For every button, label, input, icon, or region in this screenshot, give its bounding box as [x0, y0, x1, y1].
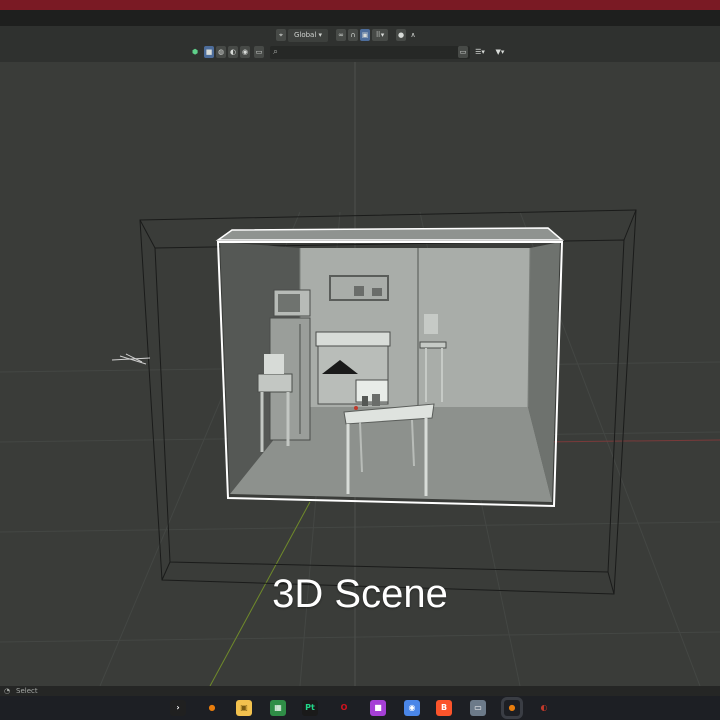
magnet-icon[interactable]: ∩	[348, 29, 358, 41]
viewport-header: ⌖ Global ▾ ∞ ∩ ▣ ⠿▾ ● ∧ ⬢ ■ ◍ ◐ ◉ ▭ ⌕ ▭ …	[0, 26, 720, 62]
brave-icon[interactable]: B	[436, 700, 452, 716]
sphere-icon[interactable]: ◍	[216, 46, 226, 58]
scene-caption: 3D Scene	[272, 572, 448, 616]
sphere-icon[interactable]: ◐	[228, 46, 238, 58]
status-select-label: Select	[16, 687, 38, 695]
sort-icon[interactable]: ☰▾	[472, 46, 488, 58]
orientation-icon[interactable]: ⌖	[276, 29, 286, 41]
blender-icon[interactable]: ●	[204, 700, 220, 716]
pycharm-icon[interactable]: Pt	[302, 700, 318, 716]
status-bar: ◔ Select	[0, 686, 720, 696]
purple-app-icon[interactable]: ■	[370, 700, 386, 716]
blender-icon[interactable]: ●	[504, 700, 520, 716]
camera-icon[interactable]: ◉	[240, 46, 250, 58]
square-icon[interactable]: ■	[204, 46, 214, 58]
chrome-icon[interactable]: ◉	[404, 700, 420, 716]
transform-toolbar: ⌖ Global ▾ ∞ ∩ ▣ ⠿▾ ● ∧	[0, 28, 720, 44]
view-toolbar: ⬢ ■ ◍ ◐ ◉ ▭ ⌕ ▭ ☰▾ ▼▾	[0, 45, 720, 61]
search-icon: ⌕	[273, 47, 279, 57]
davinci-icon[interactable]: ◐	[536, 700, 552, 716]
3d-viewport[interactable]: 3D Scene	[0, 62, 720, 686]
file-explorer-icon[interactable]: ▣	[236, 700, 252, 716]
opera-icon[interactable]: O	[336, 700, 352, 716]
filter-icon[interactable]: ▼▾	[492, 46, 508, 58]
taskbar: › ● ▣ ▦ Pt O ■ ◉ B ▭ ● ◐	[0, 696, 720, 720]
link-icon[interactable]: ∞	[336, 29, 346, 41]
monitor-icon[interactable]: ▭	[470, 700, 486, 716]
room-model[interactable]	[215, 227, 565, 508]
mouse-icon: ◔	[4, 687, 11, 695]
store-icon[interactable]: ▦	[270, 700, 286, 716]
search-input[interactable]: ⌕	[270, 46, 470, 59]
menu-bar	[0, 10, 720, 26]
grid-icon[interactable]: ⠿▾	[372, 29, 388, 41]
transform-orientation-dropdown[interactable]: Global ▾	[288, 29, 328, 42]
clear-search-icon[interactable]: ▭	[458, 46, 468, 58]
window-title-bar	[0, 0, 720, 10]
camera-object[interactable]	[111, 353, 151, 365]
transform-orientation-label: Global	[293, 31, 317, 39]
cube-icon[interactable]: ⬢	[190, 46, 200, 58]
falloff-icon[interactable]: ∧	[408, 29, 418, 41]
proportional-edit-icon[interactable]: ●	[396, 29, 406, 41]
x-axis-line	[539, 439, 720, 443]
display-icon[interactable]: ▭	[254, 46, 264, 58]
snap-icon[interactable]: ▣	[360, 29, 370, 41]
terminal-icon[interactable]: ›	[170, 700, 186, 716]
